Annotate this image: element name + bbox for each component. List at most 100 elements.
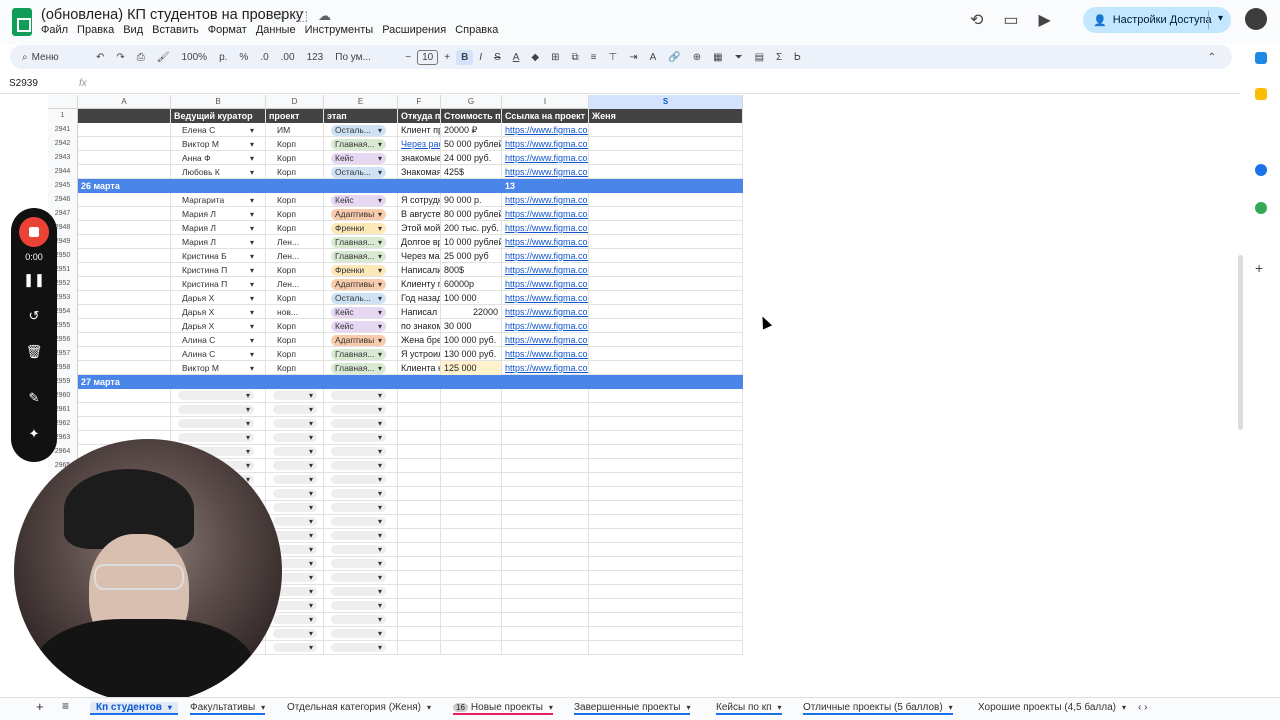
price-cell[interactable]: 24 000 руб.: [441, 151, 502, 165]
menu-item-1[interactable]: Правка: [77, 24, 114, 36]
stage-dropdown[interactable]: [331, 417, 386, 431]
empty-cell[interactable]: [266, 641, 324, 655]
empty-cell[interactable]: [502, 641, 589, 655]
column-header-G[interactable]: G: [441, 95, 502, 109]
empty-cell[interactable]: [441, 627, 502, 641]
project-dropdown[interactable]: Корп: [273, 139, 323, 150]
date-band-label[interactable]: 27 марта: [78, 375, 502, 389]
empty-cell[interactable]: [589, 417, 743, 431]
project-link[interactable]: https://www.figma.cor: [505, 321, 588, 331]
merge-cells-icon[interactable]: ⧉: [566, 52, 585, 63]
curator-dropdown[interactable]: Алина С: [178, 349, 258, 360]
stage-dropdown[interactable]: [331, 613, 386, 627]
empty-cell[interactable]: [398, 473, 441, 487]
cell-a[interactable]: [78, 291, 171, 305]
stop-recording-button[interactable]: [19, 217, 49, 247]
corner-cell[interactable]: [48, 95, 78, 109]
menu-item-2[interactable]: Вид: [123, 24, 143, 36]
empty-cell[interactable]: [324, 571, 398, 585]
zhenya-cell[interactable]: [589, 263, 743, 277]
stage-cell[interactable]: Кейс: [324, 305, 398, 319]
curator-cell[interactable]: Мария Л: [171, 235, 266, 249]
stage-dropdown[interactable]: [331, 403, 386, 417]
empty-cell[interactable]: [171, 403, 266, 417]
empty-cell[interactable]: [502, 557, 589, 571]
borders-icon[interactable]: ⊞: [545, 52, 565, 63]
project-dropdown[interactable]: [273, 403, 317, 417]
empty-cell[interactable]: [78, 389, 171, 403]
cell-a[interactable]: [78, 333, 171, 347]
empty-cell[interactable]: [398, 501, 441, 515]
stage-dropdown[interactable]: Главная...: [331, 237, 386, 248]
stage-dropdown[interactable]: [331, 487, 386, 501]
project-link[interactable]: https://www.figma.cor: [505, 265, 588, 275]
project-cell[interactable]: Лен...: [266, 277, 324, 291]
price-cell[interactable]: 130 000 руб.: [441, 347, 502, 361]
empty-cell[interactable]: [78, 403, 171, 417]
date-band-label[interactable]: 26 марта: [78, 179, 502, 193]
project-dropdown[interactable]: Корп: [273, 167, 323, 178]
price-cell[interactable]: 20000 ₽: [441, 123, 502, 137]
empty-cell[interactable]: [324, 599, 398, 613]
add-addon-icon[interactable]: +: [1255, 260, 1263, 276]
source-cell[interactable]: В августе: [398, 207, 441, 221]
stage-dropdown[interactable]: [331, 459, 386, 473]
stage-dropdown[interactable]: Главная...: [331, 349, 386, 360]
empty-cell[interactable]: [266, 417, 324, 431]
empty-cell[interactable]: [398, 599, 441, 613]
link-cell[interactable]: https://www.figma.cor: [502, 193, 589, 207]
project-dropdown[interactable]: [273, 459, 317, 473]
pause-icon[interactable]: ❚❚: [11, 272, 57, 288]
empty-cell[interactable]: [398, 445, 441, 459]
column-header-F[interactable]: F: [398, 95, 441, 109]
column-header-I[interactable]: I: [502, 95, 589, 109]
project-cell[interactable]: Корп: [266, 291, 324, 305]
price-cell[interactable]: 10 000 рублей: [441, 235, 502, 249]
curator-dropdown[interactable]: [178, 403, 254, 417]
curator-dropdown[interactable]: Алина С: [178, 335, 258, 346]
zhenya-cell[interactable]: [589, 207, 743, 221]
source-cell[interactable]: Клиента н: [398, 361, 441, 375]
stage-dropdown[interactable]: Кейс: [331, 321, 386, 332]
curator-cell[interactable]: Виктор М: [171, 361, 266, 375]
empty-cell[interactable]: [266, 613, 324, 627]
project-dropdown[interactable]: [273, 431, 317, 445]
empty-cell[interactable]: [441, 557, 502, 571]
empty-cell[interactable]: [78, 417, 171, 431]
zhenya-cell[interactable]: [589, 291, 743, 305]
empty-cell[interactable]: [589, 473, 743, 487]
empty-cell[interactable]: [398, 585, 441, 599]
empty-cell[interactable]: [266, 389, 324, 403]
row-number[interactable]: 1: [48, 109, 78, 123]
document-title[interactable]: (обновлена) КП студентов на проверку: [41, 7, 303, 23]
empty-cell[interactable]: [589, 543, 743, 557]
empty-cell[interactable]: [589, 613, 743, 627]
empty-cell[interactable]: [324, 487, 398, 501]
empty-cell[interactable]: [589, 557, 743, 571]
project-link[interactable]: https://www.figma.cor: [505, 363, 588, 373]
zhenya-cell[interactable]: [589, 361, 743, 375]
empty-cell[interactable]: [398, 557, 441, 571]
stage-cell[interactable]: Кейс: [324, 319, 398, 333]
chevron-down-icon[interactable]: ▾: [686, 703, 690, 712]
curator-dropdown[interactable]: Мария Л: [178, 237, 258, 248]
project-dropdown[interactable]: Лен...: [273, 237, 323, 248]
empty-cell[interactable]: [441, 571, 502, 585]
project-dropdown[interactable]: [273, 627, 317, 641]
insert-comment-icon[interactable]: ⊕: [687, 52, 707, 63]
stage-dropdown[interactable]: Френки: [331, 223, 386, 234]
stage-cell[interactable]: Главная...: [324, 249, 398, 263]
empty-cell[interactable]: [324, 473, 398, 487]
empty-cell[interactable]: [502, 389, 589, 403]
comments-icon[interactable]: ▭: [1003, 10, 1018, 30]
cell-a[interactable]: [78, 277, 171, 291]
price-cell[interactable]: 125 000: [441, 361, 502, 375]
empty-cell[interactable]: [502, 613, 589, 627]
column-header-S[interactable]: S: [589, 95, 743, 109]
project-link[interactable]: https://www.figma.cor: [505, 279, 588, 289]
chevron-down-icon[interactable]: ▾: [261, 703, 265, 712]
sheet-tab-7[interactable]: Хорошие проекты (4,5 балла) ▾: [978, 702, 1126, 713]
stage-cell[interactable]: Френки: [324, 221, 398, 235]
project-dropdown[interactable]: [273, 529, 317, 543]
empty-cell[interactable]: [398, 529, 441, 543]
